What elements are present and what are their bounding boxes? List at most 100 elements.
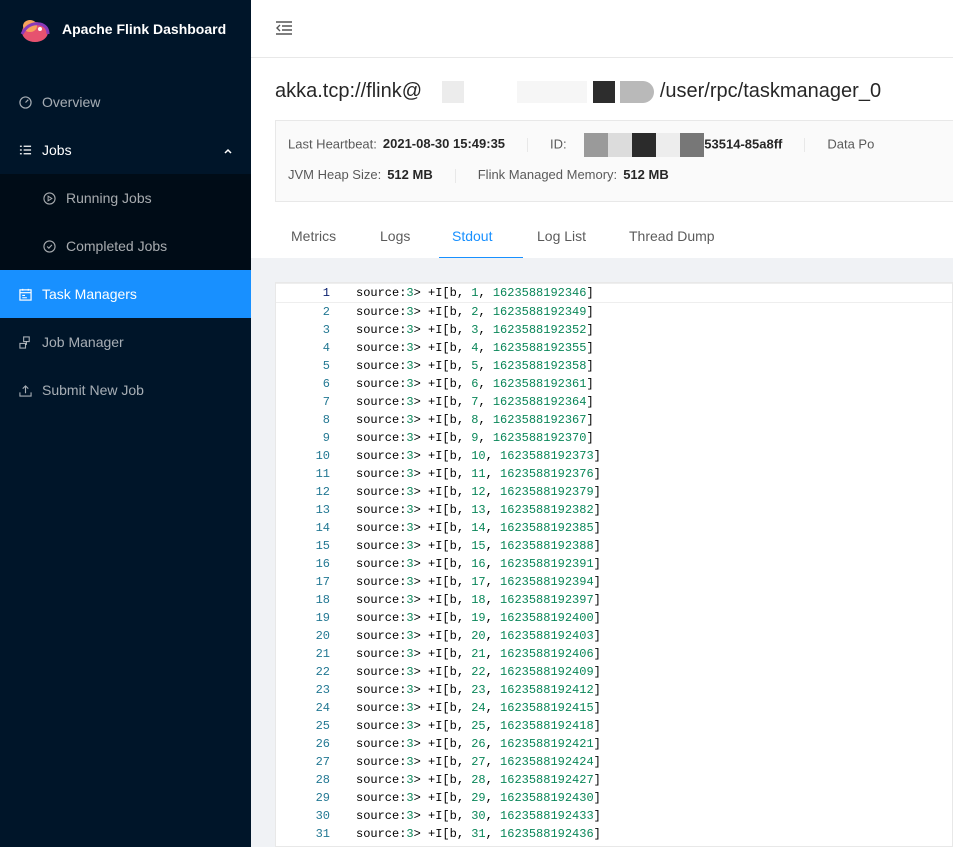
id-label: ID: — [550, 136, 567, 152]
line-number: 2 — [322, 305, 330, 319]
stdout-line: 22 source:3> +I[b, 22, 1623588192409] — [276, 663, 952, 681]
line-text: source:3> +I[b, 30, 1623588192433] — [356, 809, 601, 823]
sidebar-item-jobs[interactable]: Jobs — [0, 126, 251, 174]
line-number: 15 — [315, 539, 330, 553]
line-number: 3 — [322, 323, 330, 337]
line-text: source:3> +I[b, 32, 1623588192439] — [356, 843, 601, 846]
title-suffix: /user/rpc/taskmanager_0 — [659, 80, 882, 102]
page-title: akka.tcp://flink@ /user/rpc/taskmanager_… — [275, 80, 881, 103]
redacted-host — [517, 80, 588, 103]
stdout-line: 29 source:3> +I[b, 29, 1623588192430] — [276, 789, 952, 807]
line-number: 8 — [322, 413, 330, 427]
play-circle-icon — [42, 191, 56, 205]
stdout-line: 28 source:3> +I[b, 28, 1623588192427] — [276, 771, 952, 789]
stdout-line: 23 source:3> +I[b, 23, 1623588192412] — [276, 681, 952, 699]
tab-stdout[interactable]: Stdout — [452, 228, 492, 244]
tab-log-list[interactable]: Log List — [537, 228, 586, 244]
line-text: source:3> +I[b, 23, 1623588192412] — [356, 683, 601, 697]
line-number: 19 — [315, 611, 330, 625]
line-text: source:3> +I[b, 3, 1623588192352] — [356, 323, 594, 337]
tab-logs[interactable]: Logs — [380, 228, 410, 244]
stdout-line: 11 source:3> +I[b, 11, 1623588192376] — [276, 465, 952, 483]
sidebar-item-overview[interactable]: Overview — [0, 78, 251, 126]
sidebar-item-job-manager[interactable]: Job Manager — [0, 318, 251, 366]
line-text: source:3> +I[b, 11, 1623588192376] — [356, 467, 601, 481]
dashboard-icon — [18, 95, 32, 109]
sidebar-item-label: Jobs — [42, 142, 72, 158]
stdout-line: 17 source:3> +I[b, 17, 1623588192394] — [276, 573, 952, 591]
stdout-line: 20 source:3> +I[b, 20, 1623588192403] — [276, 627, 952, 645]
brand-title: Apache Flink Dashboard — [62, 21, 227, 37]
line-text: source:3> +I[b, 6, 1623588192361] — [356, 377, 594, 391]
line-number: 21 — [315, 647, 330, 661]
line-text: source:3> +I[b, 29, 1623588192430] — [356, 791, 601, 805]
line-number: 6 — [322, 377, 330, 391]
stdout-line: 26 source:3> +I[b, 26, 1623588192421] — [276, 735, 952, 753]
line-text: source:3> +I[b, 19, 1623588192400] — [356, 611, 601, 625]
stdout-line: 6 source:3> +I[b, 6, 1623588192361] — [276, 375, 952, 393]
check-circle-icon — [42, 239, 56, 253]
sidebar-item-task-managers[interactable]: Task Managers — [0, 270, 251, 318]
line-text: source:3> +I[b, 27, 1623588192424] — [356, 755, 601, 769]
line-number: 22 — [315, 665, 330, 679]
sidebar-item-submit-new-job[interactable]: Submit New Job — [0, 366, 251, 414]
redacted-host — [620, 80, 655, 103]
tab-metrics[interactable]: Metrics — [291, 228, 336, 244]
sidebar-item-label: Job Manager — [42, 334, 124, 350]
line-text: source:3> +I[b, 24, 1623588192415] — [356, 701, 601, 715]
line-number: 18 — [315, 593, 330, 607]
divider — [454, 168, 456, 183]
line-text: source:3> +I[b, 7, 1623588192364] — [356, 395, 594, 409]
main-content: akka.tcp://flink@ /user/rpc/taskmanager_… — [251, 58, 953, 847]
stdout-line: 19 source:3> +I[b, 19, 1623588192400] — [276, 609, 952, 627]
flink-managed-memory-value: 512 MB — [623, 167, 669, 182]
stdout-line: 16 source:3> +I[b, 16, 1623588192391] — [276, 555, 952, 573]
line-number: 27 — [315, 755, 330, 769]
sidebar-item-label: Overview — [42, 94, 101, 110]
stdout-line: 18 source:3> +I[b, 18, 1623588192397] — [276, 591, 952, 609]
line-text: source:3> +I[b, 9, 1623588192370] — [356, 431, 594, 445]
line-number: 14 — [315, 521, 330, 535]
line-number: 20 — [315, 629, 330, 643]
redacted-id — [584, 133, 609, 157]
stdout-editor[interactable]: 1 source:3> +I[b, 1, 1623588192346] 2 sourc… — [275, 282, 953, 847]
list-icon — [18, 143, 32, 157]
sidebar-item-label: Running Jobs — [66, 190, 152, 206]
line-number: 31 — [315, 827, 330, 841]
stdout-line: 9 source:3> +I[b, 9, 1623588192370] — [276, 429, 952, 447]
chevron-up-icon — [223, 143, 233, 159]
line-number: 25 — [315, 719, 330, 733]
redacted-id — [680, 133, 705, 157]
line-number: 32 — [276, 843, 330, 846]
stdout-line: 24 source:3> +I[b, 24, 1623588192415] — [276, 699, 952, 717]
tab-thread-dump[interactable]: Thread Dump — [629, 228, 715, 244]
line-number: 7 — [322, 395, 330, 409]
stdout-line: 31 source:3> +I[b, 31, 1623588192436] — [276, 825, 952, 843]
redacted-id — [656, 133, 681, 157]
info-row-2: JVM Heap Size: 512 MB Flink Managed Memory… — [288, 167, 669, 183]
redacted-id — [632, 133, 657, 157]
line-text: source:3> +I[b, 25, 1623588192418] — [356, 719, 601, 733]
redacted-host — [441, 80, 464, 103]
id-value: 53514-85a8ff — [704, 136, 783, 152]
line-text: source:3> +I[b, 10, 1623588192373] — [356, 449, 601, 463]
stdout-line: 15 source:3> +I[b, 15, 1623588192388] — [276, 537, 952, 555]
line-number: 24 — [315, 701, 330, 715]
stdout-line: 30 source:3> +I[b, 30, 1623588192433] — [276, 807, 952, 825]
stdout-line: 8 source:3> +I[b, 8, 1623588192367] — [276, 411, 952, 429]
brand[interactable]: Apache Flink Dashboard — [0, 0, 251, 58]
menu-fold-icon[interactable] — [275, 20, 293, 41]
stdout-line: 14 source:3> +I[b, 14, 1623588192385] — [276, 519, 952, 537]
line-number: 9 — [322, 431, 330, 445]
line-number: 26 — [315, 737, 330, 751]
line-number: 4 — [322, 341, 330, 355]
stdout-line: 5 source:3> +I[b, 5, 1623588192358] — [276, 357, 952, 375]
line-text: source:3> +I[b, 15, 1623588192388] — [356, 539, 601, 553]
top-header — [251, 0, 953, 58]
sidebar-item-label: Completed Jobs — [66, 238, 168, 254]
line-number: 30 — [315, 809, 330, 823]
sidebar-item-running-jobs[interactable]: Running Jobs — [0, 174, 251, 222]
sidebar-item-completed-jobs[interactable]: Completed Jobs — [0, 222, 251, 270]
line-number: 17 — [315, 575, 330, 589]
line-number: 12 — [315, 485, 330, 499]
